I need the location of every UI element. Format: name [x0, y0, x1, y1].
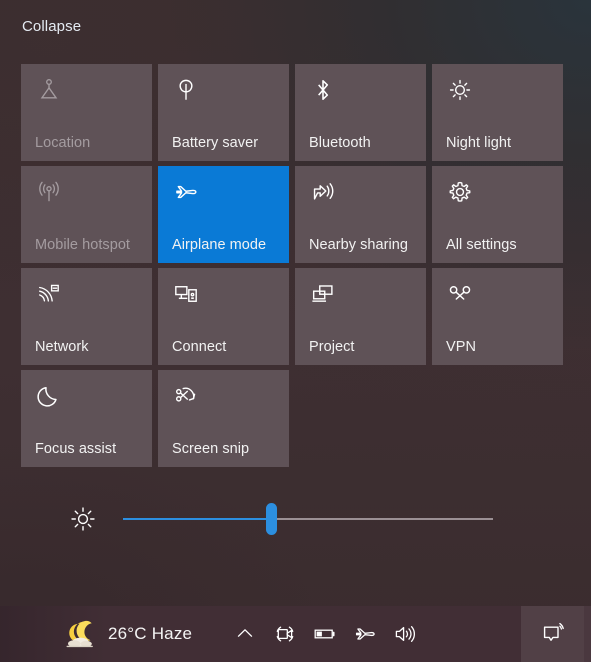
tile-label: Connect — [172, 339, 227, 355]
nearby-sharing-icon — [310, 179, 336, 205]
tile-label: Bluetooth — [309, 135, 371, 151]
tile-vpn[interactable]: VPN — [432, 268, 563, 365]
moon-haze-icon — [61, 618, 99, 650]
location-icon — [36, 77, 62, 103]
night-light-icon — [447, 77, 473, 103]
network-icon — [36, 281, 62, 307]
tile-label: Focus assist — [35, 441, 117, 457]
weather-widget[interactable]: 26°C Haze — [55, 614, 198, 654]
tile-all-settings[interactable]: All settings — [432, 166, 563, 263]
moon-icon — [36, 383, 62, 409]
tile-bluetooth[interactable]: Bluetooth — [295, 64, 426, 161]
tile-label: Screen snip — [172, 441, 250, 457]
tile-label: Location — [35, 135, 91, 151]
tile-label: Project — [309, 339, 355, 355]
airplane-icon — [173, 179, 199, 205]
action-center-panel: Collapse Location Battery saver Bluetoot… — [0, 0, 591, 662]
tile-airplane-mode[interactable]: Airplane mode — [158, 166, 289, 263]
weather-text: 26°C Haze — [108, 624, 193, 643]
tile-label: Airplane mode — [172, 237, 267, 253]
vpn-icon — [447, 281, 473, 307]
taskbar-right-edge — [584, 606, 591, 662]
tile-label: Battery saver — [172, 135, 259, 151]
tile-label: Nearby sharing — [309, 237, 409, 253]
bluetooth-icon — [310, 77, 336, 103]
battery-icon[interactable] — [308, 614, 342, 654]
brightness-icon — [69, 505, 97, 533]
system-tray — [228, 614, 422, 654]
screen-snip-icon — [173, 383, 199, 409]
quick-actions-grid: Location Battery saver Bluetooth Night l… — [21, 64, 563, 467]
tile-network[interactable]: Network — [21, 268, 152, 365]
tile-mobile-hotspot[interactable]: Mobile hotspot — [21, 166, 152, 263]
tile-screen-snip[interactable]: Screen snip — [158, 370, 289, 467]
tile-label: All settings — [446, 237, 517, 253]
tile-nearby-sharing[interactable]: Nearby sharing — [295, 166, 426, 263]
chevron-up-icon[interactable] — [228, 614, 262, 654]
tile-focus-assist[interactable]: Focus assist — [21, 370, 152, 467]
slider-thumb[interactable] — [265, 503, 277, 535]
airplane-icon[interactable] — [348, 614, 382, 654]
action-center-button[interactable] — [521, 606, 584, 662]
tile-project[interactable]: Project — [295, 268, 426, 365]
tile-label: VPN — [446, 339, 476, 355]
slider-fill — [123, 518, 271, 520]
meet-now-icon[interactable] — [268, 614, 302, 654]
tile-label: Network — [35, 339, 89, 355]
tile-label: Mobile hotspot — [35, 237, 131, 253]
tile-night-light[interactable]: Night light — [432, 64, 563, 161]
mobile-hotspot-icon — [36, 179, 62, 205]
connect-icon — [173, 281, 199, 307]
collapse-link[interactable]: Collapse — [22, 16, 81, 38]
brightness-row — [21, 497, 507, 541]
tile-label: Night light — [446, 135, 512, 151]
project-icon — [310, 281, 336, 307]
volume-icon[interactable] — [388, 614, 422, 654]
tile-battery-saver[interactable]: Battery saver — [158, 64, 289, 161]
tile-location[interactable]: Location — [21, 64, 152, 161]
brightness-slider[interactable] — [123, 503, 493, 535]
tile-connect[interactable]: Connect — [158, 268, 289, 365]
gear-icon — [447, 179, 473, 205]
battery-saver-icon — [173, 77, 199, 103]
taskbar: 26°C Haze — [0, 606, 591, 662]
tile-placeholder — [295, 370, 426, 467]
